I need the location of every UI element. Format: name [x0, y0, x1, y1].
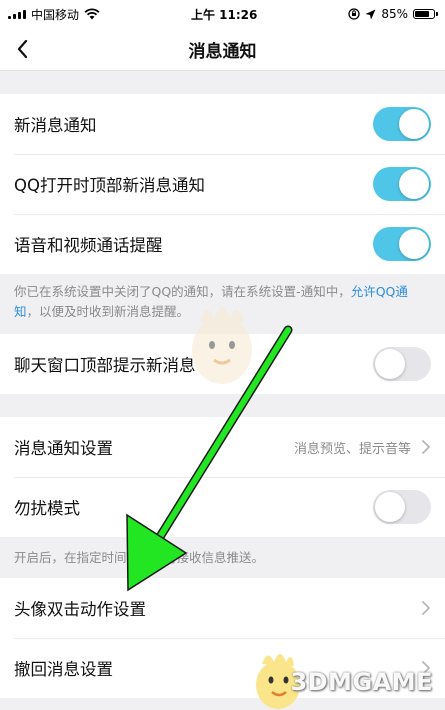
voice-video-reminder-toggle[interactable] [373, 227, 431, 261]
toggle-knob [399, 109, 429, 139]
back-arrow-icon[interactable] [12, 37, 36, 61]
dnd-hint: 开启后，在指定时间内将不再接收信息推送。 [0, 537, 445, 578]
row-label: 头像双击动作设置 [14, 600, 146, 619]
chevron-right-icon [422, 440, 430, 454]
status-right: 85% [348, 7, 438, 21]
row-label: 撤回消息设置 [14, 660, 113, 679]
battery-fill [414, 11, 429, 17]
battery-percent: 85% [381, 7, 408, 21]
qq-open-top-notify-toggle[interactable] [373, 167, 431, 201]
row-qq-open-top-notify: QQ打开时顶部新消息通知 [0, 154, 445, 214]
toggle-knob [375, 349, 405, 379]
row-new-message-notify: 新消息通知 [0, 94, 445, 154]
settings-value: 消息预览、提示音等 [293, 441, 411, 457]
row-do-not-disturb: 勿扰模式 [0, 477, 445, 537]
toggle-knob [399, 229, 429, 259]
row-label: 勿扰模式 [14, 499, 80, 518]
row-label: 新消息通知 [14, 116, 97, 135]
chevron-right-icon [422, 601, 430, 615]
row-label: 聊天窗口顶部提示新消息 [14, 356, 196, 375]
row-right: 消息预览、提示音等 [294, 438, 431, 457]
toggle-knob [375, 492, 405, 522]
notice-text-before: 你已在系统设置中关闭了QQ的通知，请在系统设置-通知中， [14, 284, 351, 299]
row-label: 消息通知设置 [14, 439, 113, 458]
system-notification-notice: 你已在系统设置中关闭了QQ的通知，请在系统设置-通知中，允许QQ通知，以便及时收… [0, 274, 445, 334]
notification-toggles-group: 新消息通知 QQ打开时顶部新消息通知 语音和视频通话提醒 [0, 94, 445, 274]
row-message-notify-settings[interactable]: 消息通知设置 消息预览、提示音等 [0, 417, 445, 477]
signal-icon [8, 9, 26, 19]
location-icon [365, 9, 376, 19]
settings-group: 消息通知设置 消息预览、提示音等 勿扰模式 [0, 417, 445, 537]
status-bar: 中国移动 上午 11:26 85% [0, 0, 445, 28]
carrier-label: 中国移动 [31, 7, 80, 22]
page-title: 消息通知 [188, 41, 257, 62]
watermark-text: 3DMGAME [290, 668, 433, 696]
status-time: 上午 11:26 [190, 7, 258, 22]
lock-rotation-icon [348, 8, 360, 20]
battery-icon [412, 9, 438, 19]
toggle-knob [399, 169, 429, 199]
chat-top-new-message-toggle[interactable] [373, 347, 431, 381]
nav-bar: 消息通知 [0, 28, 445, 71]
wifi-icon [84, 8, 100, 20]
notice-text-after: ，以便及时收到新消息提醒。 [26, 304, 190, 319]
row-label: 语音和视频通话提醒 [14, 236, 163, 255]
chat-window-group: 聊天窗口顶部提示新消息 [0, 334, 445, 394]
status-left: 中国移动 [8, 6, 100, 23]
row-voice-video-call-reminder: 语音和视频通话提醒 [0, 214, 445, 274]
do-not-disturb-toggle[interactable] [373, 490, 431, 524]
row-avatar-double-tap[interactable]: 头像双击动作设置 [0, 578, 445, 638]
row-label: QQ打开时顶部新消息通知 [14, 176, 205, 195]
row-chat-top-new-message: 聊天窗口顶部提示新消息 [0, 334, 445, 394]
new-message-toggle[interactable] [373, 107, 431, 141]
